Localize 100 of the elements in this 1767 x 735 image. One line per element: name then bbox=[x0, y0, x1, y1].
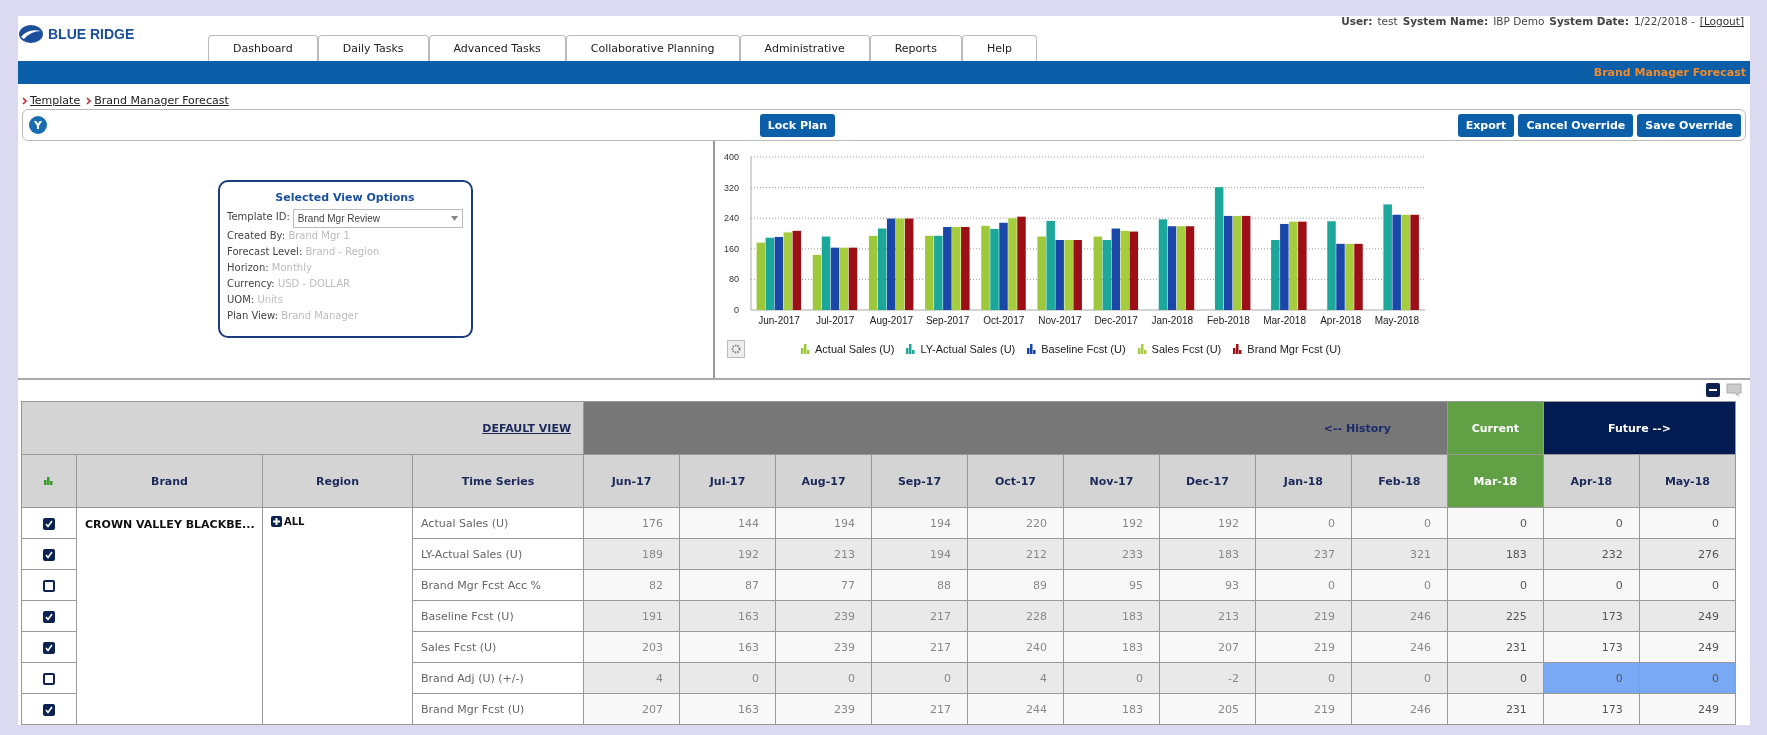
table-cell[interactable]: 4 bbox=[583, 662, 680, 694]
nav-tab[interactable]: Daily Tasks bbox=[317, 34, 429, 61]
table-cell[interactable]: 213 bbox=[1159, 600, 1256, 632]
table-cell[interactable]: 87 bbox=[679, 569, 776, 601]
logout-link[interactable]: [Logout] bbox=[1699, 15, 1744, 27]
checkbox[interactable] bbox=[43, 579, 55, 592]
table-cell[interactable]: 77 bbox=[775, 569, 872, 601]
toolbar-button[interactable]: Save Override bbox=[1637, 113, 1741, 137]
chart-toggle-icon[interactable] bbox=[44, 476, 54, 485]
table-cell[interactable]: 0 bbox=[1255, 662, 1352, 694]
table-cell[interactable]: 191 bbox=[583, 600, 680, 632]
table-cell[interactable]: 163 bbox=[679, 631, 776, 663]
table-cell[interactable]: 0 bbox=[1255, 507, 1352, 539]
table-cell[interactable]: 233 bbox=[1063, 538, 1160, 570]
table-cell[interactable]: 194 bbox=[871, 507, 968, 539]
lock-plan-button[interactable]: Lock Plan bbox=[759, 113, 835, 137]
expand-icon[interactable] bbox=[271, 516, 282, 527]
table-cell[interactable]: 217 bbox=[871, 600, 968, 632]
table-cell[interactable]: 240 bbox=[967, 631, 1064, 663]
table-cell[interactable]: 249 bbox=[1639, 600, 1736, 632]
table-cell[interactable]: 213 bbox=[775, 538, 872, 570]
table-cell[interactable]: 0 bbox=[1255, 569, 1352, 601]
table-cell[interactable]: 239 bbox=[775, 631, 872, 663]
table-cell[interactable]: 183 bbox=[1063, 631, 1160, 663]
table-cell[interactable]: 144 bbox=[679, 507, 776, 539]
table-cell[interactable]: 183 bbox=[1159, 538, 1256, 570]
checkbox[interactable] bbox=[43, 672, 55, 685]
table-cell[interactable]: 4 bbox=[967, 662, 1064, 694]
table-cell[interactable]: 0 bbox=[1639, 662, 1736, 694]
table-cell[interactable]: 212 bbox=[967, 538, 1064, 570]
table-cell[interactable]: 183 bbox=[1063, 693, 1160, 725]
table-cell[interactable]: -2 bbox=[1159, 662, 1256, 694]
table-cell[interactable]: 0 bbox=[871, 662, 968, 694]
table-cell[interactable]: 163 bbox=[679, 600, 776, 632]
table-cell[interactable]: 219 bbox=[1255, 631, 1352, 663]
table-cell[interactable]: 0 bbox=[1543, 507, 1640, 539]
checkbox[interactable] bbox=[43, 548, 55, 561]
table-cell[interactable]: 219 bbox=[1255, 600, 1352, 632]
table-cell[interactable]: 276 bbox=[1639, 538, 1736, 570]
table-cell[interactable]: 93 bbox=[1159, 569, 1256, 601]
table-cell[interactable]: 194 bbox=[775, 507, 872, 539]
table-cell[interactable]: 183 bbox=[1063, 600, 1160, 632]
table-cell[interactable]: 246 bbox=[1351, 631, 1448, 663]
table-cell[interactable]: 0 bbox=[1639, 507, 1736, 539]
table-cell[interactable]: 176 bbox=[583, 507, 680, 539]
table-cell[interactable]: 246 bbox=[1351, 600, 1448, 632]
nav-tab[interactable]: Administrative bbox=[739, 34, 870, 61]
table-cell[interactable]: 231 bbox=[1447, 693, 1544, 725]
table-cell[interactable]: 95 bbox=[1063, 569, 1160, 601]
table-cell[interactable]: 0 bbox=[1351, 662, 1448, 694]
table-cell[interactable]: 0 bbox=[1447, 662, 1544, 694]
default-view-link[interactable]: DEFAULT VIEW bbox=[482, 421, 572, 435]
table-cell[interactable]: 0 bbox=[1063, 662, 1160, 694]
table-cell[interactable]: 89 bbox=[967, 569, 1064, 601]
table-cell[interactable]: 0 bbox=[679, 662, 776, 694]
table-cell[interactable]: 237 bbox=[1255, 538, 1352, 570]
table-cell[interactable]: 88 bbox=[871, 569, 968, 601]
table-cell[interactable]: 217 bbox=[871, 693, 968, 725]
table-cell[interactable]: 246 bbox=[1351, 693, 1448, 725]
toolbar-button[interactable]: Export bbox=[1457, 113, 1515, 137]
table-cell[interactable]: 163 bbox=[679, 693, 776, 725]
table-cell[interactable]: 0 bbox=[1447, 569, 1544, 601]
table-cell[interactable]: 189 bbox=[583, 538, 680, 570]
breadcrumb-link[interactable]: Brand Manager Forecast bbox=[94, 94, 229, 108]
table-cell[interactable]: 173 bbox=[1543, 600, 1640, 632]
table-cell[interactable]: 220 bbox=[967, 507, 1064, 539]
table-cell[interactable]: 321 bbox=[1351, 538, 1448, 570]
table-cell[interactable]: 231 bbox=[1447, 631, 1544, 663]
table-cell[interactable]: 173 bbox=[1543, 631, 1640, 663]
checkbox[interactable] bbox=[43, 517, 55, 530]
table-cell[interactable]: 173 bbox=[1543, 693, 1640, 725]
table-cell[interactable]: 249 bbox=[1639, 693, 1736, 725]
table-cell[interactable]: 0 bbox=[1447, 507, 1544, 539]
table-cell[interactable]: 0 bbox=[1543, 662, 1640, 694]
table-cell[interactable]: 203 bbox=[583, 631, 680, 663]
toolbar-button[interactable]: Cancel Override bbox=[1518, 113, 1634, 137]
checkbox[interactable] bbox=[43, 610, 55, 623]
table-cell[interactable]: 205 bbox=[1159, 693, 1256, 725]
table-cell[interactable]: 207 bbox=[583, 693, 680, 725]
checkbox[interactable] bbox=[43, 703, 55, 716]
table-cell[interactable]: 232 bbox=[1543, 538, 1640, 570]
table-cell[interactable]: 225 bbox=[1447, 600, 1544, 632]
nav-tab[interactable]: Collaborative Planning bbox=[565, 34, 740, 61]
table-cell[interactable]: 228 bbox=[967, 600, 1064, 632]
table-cell[interactable]: 192 bbox=[1159, 507, 1256, 539]
collapse-icon[interactable] bbox=[1706, 383, 1720, 398]
table-cell[interactable]: 183 bbox=[1447, 538, 1544, 570]
table-cell[interactable]: 0 bbox=[1543, 569, 1640, 601]
template-dropdown[interactable]: Brand Mgr Review bbox=[292, 209, 463, 229]
table-cell[interactable]: 192 bbox=[679, 538, 776, 570]
nav-tab[interactable]: Help bbox=[961, 34, 1037, 61]
table-cell[interactable]: 0 bbox=[1351, 507, 1448, 539]
filter-badge[interactable]: Y bbox=[29, 116, 47, 135]
nav-tab[interactable]: Dashboard bbox=[208, 34, 318, 61]
table-cell[interactable]: 239 bbox=[775, 693, 872, 725]
table-cell[interactable]: 207 bbox=[1159, 631, 1256, 663]
table-cell[interactable]: 244 bbox=[967, 693, 1064, 725]
nav-tab[interactable]: Advanced Tasks bbox=[428, 34, 566, 61]
table-cell[interactable]: 82 bbox=[583, 569, 680, 601]
settings-button[interactable] bbox=[727, 340, 745, 359]
